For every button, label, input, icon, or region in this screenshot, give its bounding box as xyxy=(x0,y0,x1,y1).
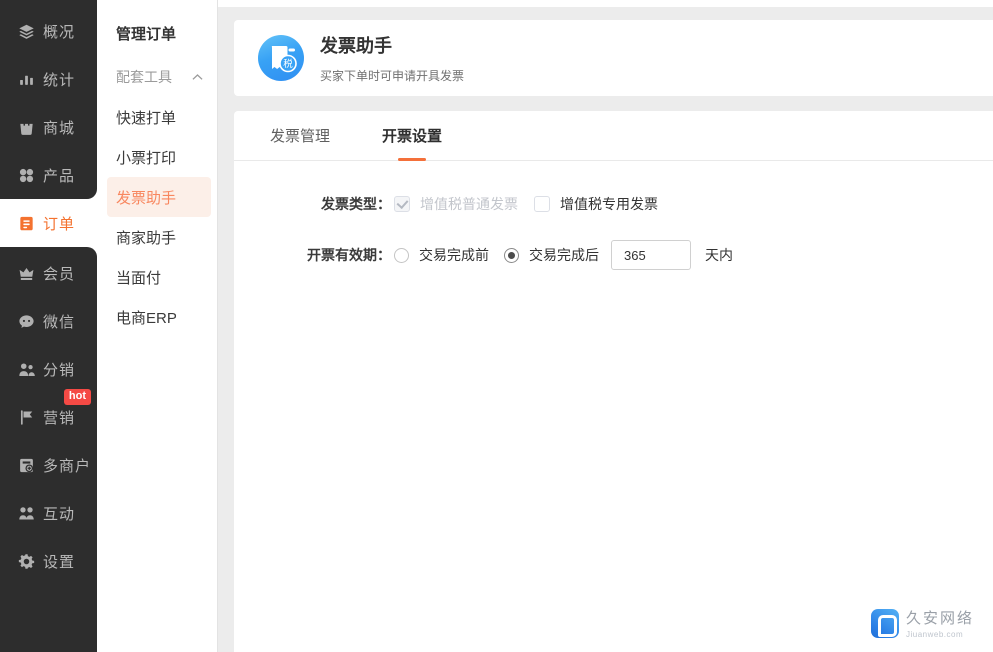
validity-row: 开票有效期： 交易完成前 交易完成后 365 天内 xyxy=(234,240,993,270)
tab-label: 开票设置 xyxy=(382,128,443,145)
submenu-section-label: 配套工具 xyxy=(116,69,172,85)
submenu-section-tools[interactable]: 配套工具 xyxy=(97,57,217,97)
checkbox-label: 增值税普通发票 xyxy=(420,196,518,212)
sidebar-item-label: 多商户 xyxy=(43,457,92,475)
top-strip xyxy=(218,0,993,7)
secondary-menu: 管理订单 配套工具 快速打单 小票打印 发票助手 商家助手 当面付 电商ERP xyxy=(97,0,218,652)
main-content: 税 发票助手 买家下单时可申请开具发票 发票管理 开票设置 发票类型： 增值税普… xyxy=(218,0,993,652)
validity-days-input[interactable] xyxy=(611,240,691,270)
radio-after-completion[interactable]: 交易完成后 xyxy=(504,245,599,265)
sidebar-item-overview[interactable]: 概况 xyxy=(0,7,97,55)
submenu-item-face-pay[interactable]: 当面付 xyxy=(97,257,217,297)
distribution-icon xyxy=(18,361,35,378)
active-tab-underline xyxy=(398,157,427,161)
chevron-up-icon xyxy=(192,74,203,80)
sidebar-item-multistore[interactable]: 多商户 xyxy=(0,441,97,489)
invoice-tax-icon: 税 xyxy=(258,35,304,81)
interact-icon xyxy=(18,505,35,522)
sidebar-item-label: 设置 xyxy=(43,553,76,571)
radio-label: 交易完成后 xyxy=(529,247,599,263)
checkbox-vat-special[interactable]: 增值税专用发票 xyxy=(534,194,658,214)
sidebar-item-interaction[interactable]: 互动 xyxy=(0,489,97,537)
sidebar-item-members[interactable]: 会员 xyxy=(0,249,97,297)
vendor-watermark: 久安网络 Jiuanweb.com xyxy=(870,607,974,639)
checkbox-unchecked-icon[interactable] xyxy=(534,196,550,212)
tab-invoice-management[interactable]: 发票管理 xyxy=(270,111,330,161)
submenu-item-label: 快速打单 xyxy=(116,109,177,127)
primary-sidebar: 概况 统计 商城 产品 订单 会员 微信 分销 hot 营销 多商户 互动 设置 xyxy=(0,0,97,652)
sidebar-item-stats[interactable]: 统计 xyxy=(0,55,97,103)
tab-bar: 发票管理 开票设置 xyxy=(234,111,993,161)
sidebar-item-distribution[interactable]: 分销 xyxy=(0,345,97,393)
stats-icon xyxy=(18,71,35,88)
crown-icon xyxy=(18,265,35,282)
jiuan-logo-icon xyxy=(870,608,899,638)
sidebar-item-mall[interactable]: 商城 xyxy=(0,103,97,151)
sidebar-item-label: 分销 xyxy=(43,361,76,379)
submenu-item-quick-print[interactable]: 快速打单 xyxy=(97,97,217,137)
submenu-item-ecommerce-erp[interactable]: 电商ERP xyxy=(97,297,217,337)
gear-icon xyxy=(18,553,35,570)
sidebar-item-label: 营销 xyxy=(43,409,76,427)
submenu-item-merchant-assistant[interactable]: 商家助手 xyxy=(97,217,217,257)
sidebar-item-label: 互动 xyxy=(43,505,76,523)
checkbox-checked-icon[interactable] xyxy=(394,196,410,212)
sidebar-item-settings[interactable]: 设置 xyxy=(0,537,97,585)
settings-card: 发票管理 开票设置 发票类型： 增值税普通发票 增值税专用发票 开票有效期： 交… xyxy=(234,111,993,652)
validity-label: 开票有效期： xyxy=(307,247,391,263)
orders-icon xyxy=(18,215,35,232)
radio-unchecked-icon[interactable] xyxy=(394,247,409,263)
tab-label: 发票管理 xyxy=(270,128,331,145)
sidebar-item-label: 商城 xyxy=(43,119,76,137)
invoice-settings-form: 发票类型： 增值税普通发票 增值税专用发票 开票有效期： 交易完成前 交易完成后… xyxy=(234,161,993,270)
checkbox-vat-ordinary[interactable]: 增值税普通发票 xyxy=(394,194,518,214)
checkbox-label: 增值税专用发票 xyxy=(560,196,658,212)
invoice-type-row: 发票类型： 增值税普通发票 增值税专用发票 xyxy=(234,194,993,214)
flag-icon xyxy=(18,409,35,426)
multistore-icon xyxy=(18,457,35,474)
vendor-domain: Jiuanweb.com xyxy=(905,630,964,639)
sidebar-item-label: 产品 xyxy=(43,167,76,185)
sidebar-item-orders[interactable]: 订单 xyxy=(0,199,97,247)
page-title: 发票助手 xyxy=(320,36,392,56)
feature-header-text: 发票助手 买家下单时可申请开具发票 xyxy=(320,32,464,84)
radio-checked-icon[interactable] xyxy=(504,247,519,263)
radio-label: 交易完成前 xyxy=(419,247,489,263)
wechat-icon xyxy=(18,313,35,330)
sidebar-item-label: 概况 xyxy=(43,23,76,41)
feature-header-card: 税 发票助手 买家下单时可申请开具发票 xyxy=(234,20,993,96)
submenu-item-receipt-print[interactable]: 小票打印 xyxy=(97,137,217,177)
days-suffix: 天内 xyxy=(705,247,733,263)
products-icon xyxy=(18,167,35,184)
sidebar-item-label: 订单 xyxy=(43,215,76,233)
submenu-item-label: 电商ERP xyxy=(116,309,177,327)
sidebar-block-top: 概况 统计 商城 产品 xyxy=(0,0,97,199)
sidebar-item-marketing[interactable]: hot 营销 xyxy=(0,389,97,441)
page-subtitle: 买家下单时可申请开具发票 xyxy=(320,69,465,83)
submenu-item-label: 当面付 xyxy=(116,269,162,287)
submenu-item-label: 发票助手 xyxy=(116,189,177,207)
sidebar-item-label: 微信 xyxy=(43,313,76,331)
hot-badge: hot xyxy=(63,389,91,405)
submenu-item-invoice-assistant[interactable]: 发票助手 xyxy=(107,177,211,217)
sidebar-item-wechat[interactable]: 微信 xyxy=(0,297,97,345)
sidebar-item-label: 会员 xyxy=(43,265,76,283)
tab-invoice-settings[interactable]: 开票设置 xyxy=(382,111,442,161)
sidebar-item-products[interactable]: 产品 xyxy=(0,151,97,199)
vendor-name: 久安网络 xyxy=(905,610,974,627)
invoice-type-label: 发票类型： xyxy=(321,196,391,212)
submenu-item-label: 小票打印 xyxy=(116,149,177,167)
sidebar-item-label: 统计 xyxy=(43,71,76,89)
svg-text:税: 税 xyxy=(283,58,293,70)
mall-icon xyxy=(18,119,35,136)
submenu-header-manage-orders[interactable]: 管理订单 xyxy=(97,13,217,53)
app-window: 概况 统计 商城 产品 订单 会员 微信 分销 hot 营销 多商户 互动 设置… xyxy=(0,0,993,652)
submenu-item-label: 商家助手 xyxy=(116,229,177,247)
sidebar-block-bottom: 会员 微信 分销 hot 营销 多商户 互动 设置 xyxy=(0,247,97,652)
layers-icon xyxy=(18,23,35,40)
radio-before-completion[interactable]: 交易完成前 xyxy=(394,245,489,265)
